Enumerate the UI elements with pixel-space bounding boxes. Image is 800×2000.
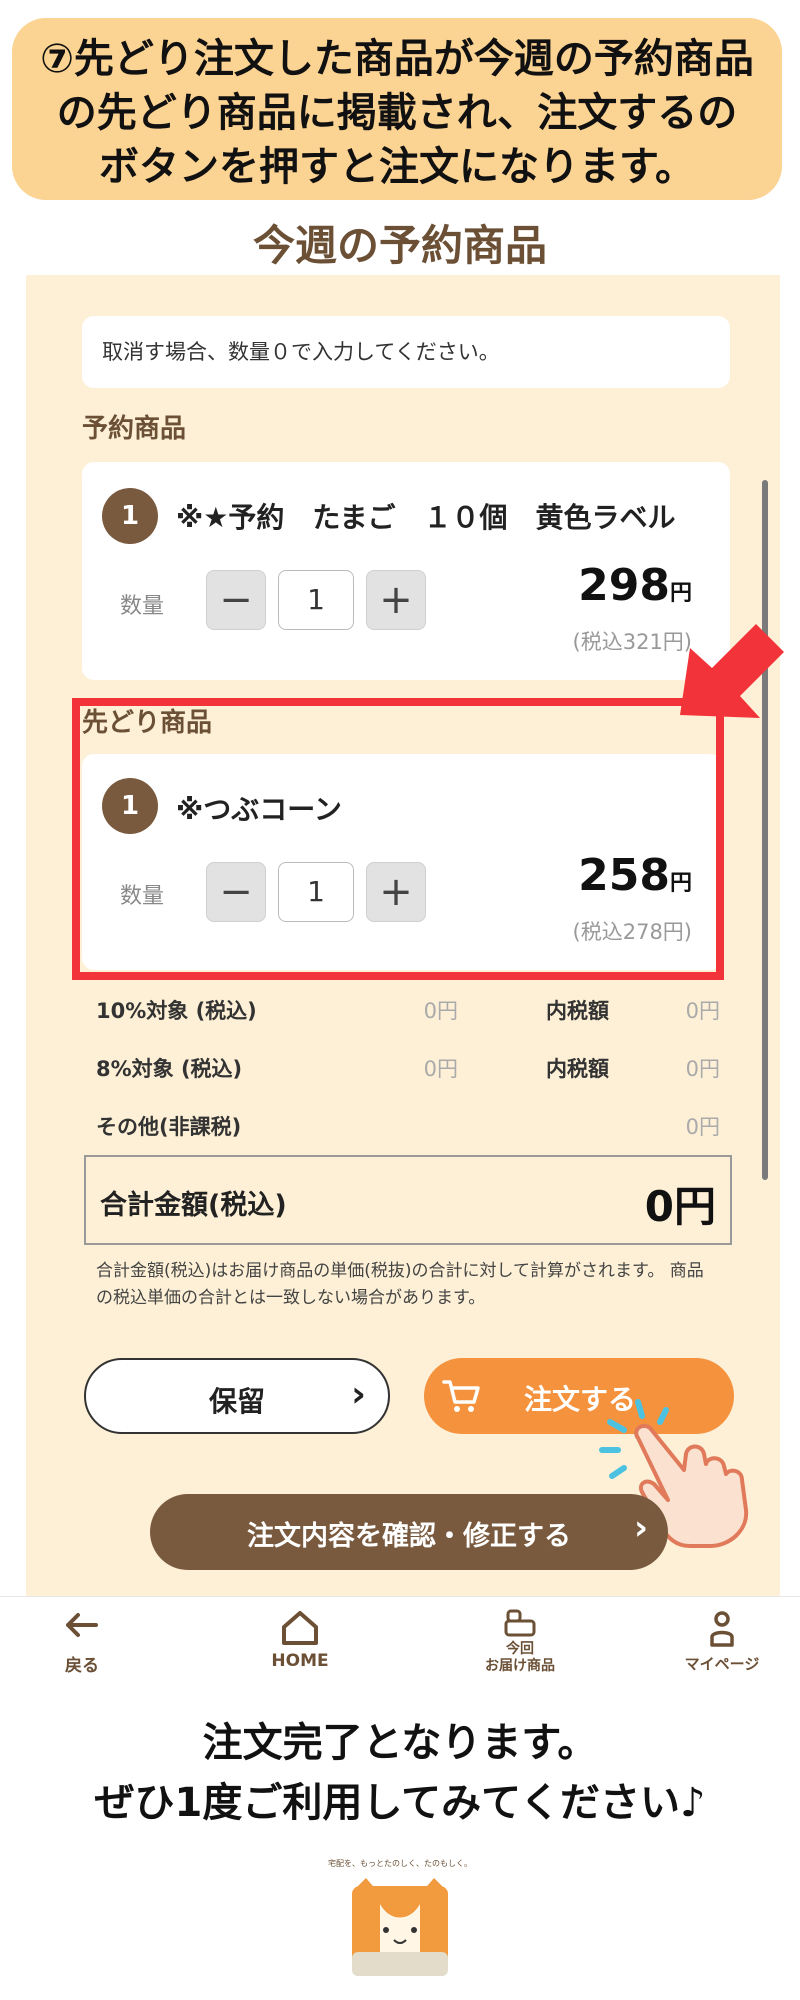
tax-value-10pct: 0円 <box>685 999 720 1023</box>
highlight-frame <box>72 698 724 980</box>
home-icon <box>282 1611 318 1645</box>
cart-icon <box>442 1380 480 1412</box>
tax-label-8pct: 内税額 <box>546 1057 609 1081</box>
cancel-notice: 取消す場合、数量０で入力してください。 <box>82 316 730 388</box>
tab-mypage[interactable]: マイページ <box>672 1607 772 1674</box>
summary-label-nontax: その他(非課税) <box>96 1115 242 1139</box>
pointer-arrow-icon <box>680 624 784 718</box>
total-value: 0円 <box>644 1182 716 1231</box>
chevron-right-icon: › <box>351 1374 366 1415</box>
instruction-banner: ⑦先どり注文した商品が今週の予約商品 の先どり商品に掲載され、注文するの ボタン… <box>12 18 782 200</box>
product-price: 298円 <box>500 560 692 611</box>
user-icon <box>710 1611 734 1647</box>
summary-value-nontax: 0円 <box>685 1115 720 1139</box>
banner-line-1: ⑦先どり注文した商品が今週の予約商品 <box>40 36 754 82</box>
tab-home-label: HOME <box>271 1651 329 1671</box>
total-note: 合計金額(税込)はお届け商品の単価(税抜)の合計に対して計算がされます。 商品の… <box>96 1261 704 1308</box>
hold-button-label: 保留 <box>208 1385 265 1418</box>
section-title: 今週の予約商品 <box>252 221 547 270</box>
quantity-plus-button[interactable]: + <box>366 570 426 630</box>
tax-value-8pct: 0円 <box>685 1057 720 1081</box>
chevron-right-icon: › <box>633 1508 648 1548</box>
quantity-label: 数量 <box>120 594 165 619</box>
summary-value-8pct: 0円 <box>423 1057 458 1081</box>
quantity-input[interactable]: 1 <box>278 570 354 630</box>
tab-delivery-line2: お届け商品 <box>485 1658 555 1674</box>
summary-label-8pct: 8%対象 (税込) <box>96 1057 243 1081</box>
delivery-box-icon <box>504 1609 536 1637</box>
tab-back-label: 戻る <box>65 1656 99 1676</box>
price-yen: 円 <box>669 581 692 606</box>
banner-line-2: の先どり商品に掲載され、注文するの <box>56 90 738 136</box>
logo-tagline: 宅配を、もっとたのしく、たのもしく。 <box>328 1858 472 1868</box>
total-label: 合計金額(税込) <box>100 1190 287 1221</box>
summary-value-10pct: 0円 <box>423 999 458 1023</box>
item-number-badge: 1 <box>102 488 158 544</box>
tab-home[interactable]: HOME <box>262 1607 338 1671</box>
quantity-minus-button[interactable]: − <box>206 570 266 630</box>
tab-delivery-line1: 今回 <box>506 1641 534 1657</box>
cat-box-logo: 宅配を、もっとたのしく、たのもしく。 <box>328 1858 472 1976</box>
banner-line-3: ボタンを押すと注文になります。 <box>99 144 695 190</box>
summary-label-10pct: 10%対象 (税込) <box>96 999 257 1023</box>
tax-label-10pct: 内税額 <box>546 999 609 1023</box>
total-amount-box: 合計金額(税込) 0円 <box>84 1155 732 1245</box>
bottom-tab-bar: 戻る HOME 今回 お届け商品 マイページ <box>0 1596 800 1693</box>
outro-line-2: ぜひ1度ご利用してみてください♪ <box>94 1780 706 1826</box>
price-value: 298 <box>578 560 670 611</box>
reservation-heading: 予約商品 <box>82 414 187 444</box>
confirm-order-button[interactable]: 注文内容を確認・修正する › <box>150 1494 668 1570</box>
arrow-left-icon <box>66 1613 98 1637</box>
tab-back[interactable]: 戻る <box>46 1607 118 1676</box>
tab-current-delivery[interactable]: 今回 お届け商品 <box>460 1607 580 1675</box>
hold-button[interactable]: 保留 › <box>84 1358 390 1434</box>
product-name: ※★予約 たまご １０個 黄色ラベル <box>176 501 676 534</box>
scrollbar[interactable] <box>762 480 768 1180</box>
outro-line-1: 注文完了となります。 <box>202 1720 598 1766</box>
confirm-button-label: 注文内容を確認・修正する <box>247 1521 571 1552</box>
tab-mypage-label: マイページ <box>684 1655 760 1673</box>
